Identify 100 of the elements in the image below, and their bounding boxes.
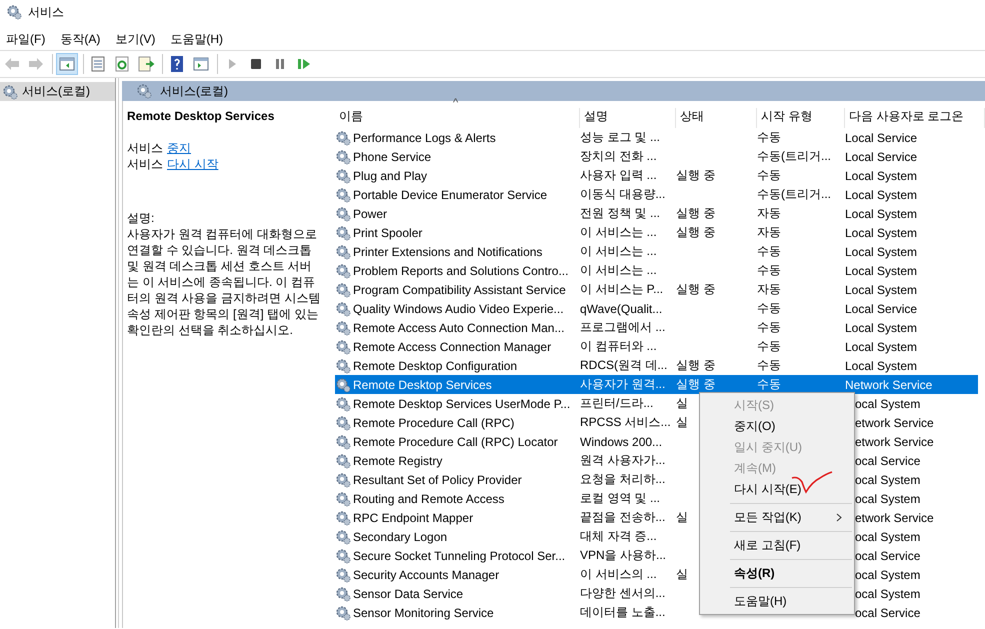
gear-icon xyxy=(335,130,351,146)
menu-item[interactable]: 새로 고침(F) xyxy=(700,535,854,556)
service-name[interactable]: Phone Service xyxy=(351,150,578,164)
service-name[interactable]: Remote Desktop Configuration xyxy=(351,358,578,372)
service-name[interactable]: Printer Extensions and Notifications xyxy=(351,244,578,258)
table-cell-text: 수동 xyxy=(757,243,782,260)
table-cell-text: RPCSS 서비스... xyxy=(580,414,672,431)
column-header[interactable]: 다음 사용자로 로그온 xyxy=(845,108,985,128)
menu-item[interactable]: 중지(O) xyxy=(700,416,854,437)
table-cell-text: 자동 xyxy=(757,224,782,241)
menu-item[interactable]: 다시 시작(E) xyxy=(700,479,854,500)
gear-icon xyxy=(335,206,351,222)
service-name[interactable]: Print Spooler xyxy=(351,226,578,240)
service-name[interactable]: Remote Registry xyxy=(351,454,578,468)
service-name[interactable]: Problem Reports and Solutions Contro... xyxy=(351,264,578,278)
table-cell: 실 xyxy=(676,567,688,581)
service-name[interactable]: Secure Socket Tunneling Protocol Ser... xyxy=(351,548,578,562)
service-name[interactable]: Remote Access Connection Manager xyxy=(351,340,578,354)
table-cell: 실행 중 xyxy=(676,377,716,391)
table-cell-text: 전원 정책 및 ... xyxy=(580,205,662,222)
column-header[interactable]: 이름 xyxy=(335,108,580,128)
table-cell-text: 이 서비스는 ... xyxy=(580,224,658,241)
service-name[interactable]: Routing and Remote Access xyxy=(351,492,578,506)
description-text: 사용자가 원격 컴퓨터에 대화형으로 연결할 수 있습니다. 원격 데스크톱 및 원격 데스크톱 세션 호스트 서버는 이 서비스에 종속됩니다. 이 컴퓨터의 원격 사용을 금지하려면 시스템 속성 제어판 항목의 [원격] 탭에 있는 확인란의 선택을 취소하십시오. xyxy=(127,226,322,338)
table-cell-text: Network Service xyxy=(845,378,934,392)
table-cell-text: 자동 xyxy=(757,205,782,222)
service-name[interactable]: Quality Windows Audio Video Experie... xyxy=(351,302,578,316)
table-cell-text: 데이터를 노출... xyxy=(580,604,666,621)
table-cell-text: VPN을 사용하... xyxy=(580,547,668,564)
menu-item[interactable]: 파일(F) xyxy=(0,28,52,50)
menu-item[interactable]: 보기(V) xyxy=(109,28,162,50)
table-cell-text: 수동 xyxy=(757,319,782,336)
table-cell-text: 이 서비스는 ... xyxy=(580,243,658,260)
table-cell-text: 프로그램에서 ... xyxy=(580,319,666,336)
service-name[interactable]: Program Compatibility Assistant Service xyxy=(351,282,578,296)
gear-icon xyxy=(335,186,351,202)
tree-toggle-button[interactable] xyxy=(56,53,78,75)
service-name[interactable]: Power xyxy=(351,206,578,220)
service-name[interactable]: Remote Access Auto Connection Man... xyxy=(351,320,578,334)
service-name[interactable]: Portable Device Enumerator Service xyxy=(351,188,578,202)
service-name[interactable]: Remote Procedure Call (RPC) xyxy=(351,416,578,430)
forward-arrow-icon xyxy=(27,55,45,73)
gear-icon xyxy=(335,320,351,336)
table-cell-text: 이 서비스는 ... xyxy=(580,262,658,279)
table-cell-text: ocal System xyxy=(854,568,922,582)
menu-item[interactable]: 도움말(H) xyxy=(700,591,854,612)
table-cell-text: ocal System xyxy=(854,472,922,486)
service-name[interactable]: Remote Desktop Services xyxy=(351,378,578,392)
service-name[interactable]: Security Accounts Manager xyxy=(351,568,578,582)
table-cell-text: 수동(트리거... xyxy=(757,148,832,165)
menu-item[interactable]: 동작(A) xyxy=(54,28,106,50)
column-header[interactable]: 설명 xyxy=(580,108,676,128)
table-cell-text: Local System xyxy=(845,226,918,240)
refresh-icon xyxy=(113,55,131,73)
service-name[interactable]: Secondary Logon xyxy=(351,530,578,544)
table-cell-text: Local System xyxy=(845,358,918,372)
table-cell: 실행 중 xyxy=(676,206,716,220)
table-cell-text: ocal Service xyxy=(854,454,922,468)
column-header[interactable]: 상태 xyxy=(676,108,757,128)
menu-item[interactable]: 속성(R) xyxy=(700,563,854,584)
gear-icon xyxy=(335,148,351,164)
table-cell-text: 수동 xyxy=(757,300,782,317)
service-name[interactable]: Sensor Data Service xyxy=(351,586,578,600)
table-cell-text: 이 컴퓨터와 ... xyxy=(580,338,658,355)
table-cell-text: 수동 xyxy=(757,167,782,184)
service-name[interactable]: Remote Procedure Call (RPC) Locator xyxy=(351,434,578,448)
service-name[interactable]: Resultant Set of Policy Provider xyxy=(351,472,578,486)
pane-icon xyxy=(58,55,76,73)
service-name[interactable]: Performance Logs & Alerts xyxy=(351,130,578,144)
gear-icon xyxy=(335,244,351,260)
table-cell-text: Local System xyxy=(845,264,918,278)
table-cell-text: 장치의 전화 ... xyxy=(580,148,658,165)
table-cell-text: qWave(Qualit... xyxy=(580,302,664,316)
service-name[interactable]: Remote Desktop Services UserMode P... xyxy=(351,396,578,410)
gear-icon xyxy=(335,452,351,468)
table-cell-text: Local Service xyxy=(845,302,918,316)
table-cell-text: RDCS(원격 데... xyxy=(580,357,668,374)
service-name[interactable]: Plug and Play xyxy=(351,168,578,182)
action-link[interactable]: 중지 xyxy=(167,140,191,156)
table-cell-text: Windows 200... xyxy=(580,434,664,448)
action-link[interactable]: 다시 시작 xyxy=(167,156,218,172)
tree-item[interactable]: 서비스(로컬) xyxy=(0,82,115,101)
list-icon xyxy=(89,55,107,73)
column-header[interactable]: 시작 유형 xyxy=(757,108,845,128)
menu-item[interactable]: 모든 작업(K) xyxy=(700,507,854,528)
table-cell-text: 이 서비스는 P... xyxy=(580,281,664,298)
service-name[interactable]: RPC Endpoint Mapper xyxy=(351,510,578,524)
menu-item[interactable]: 도움말(H) xyxy=(164,28,229,50)
table-cell-text: 수동 xyxy=(757,129,782,146)
table-cell-text: 수동 xyxy=(757,376,782,393)
table-cell-text: Local System xyxy=(845,206,918,220)
help-icon xyxy=(168,55,186,73)
service-name[interactable]: Sensor Monitoring Service xyxy=(351,606,578,620)
table-cell-text: 다양한 센서의... xyxy=(580,585,666,602)
table-cell: 실 xyxy=(676,415,688,429)
table-cell-text: Local System xyxy=(845,282,918,296)
table-cell-text: Local System xyxy=(845,188,918,202)
sort-indicator: ^ xyxy=(453,97,458,109)
table-cell-text: 성능 로그 및 ... xyxy=(580,129,662,146)
table-cell-text: 수동 xyxy=(757,338,782,355)
